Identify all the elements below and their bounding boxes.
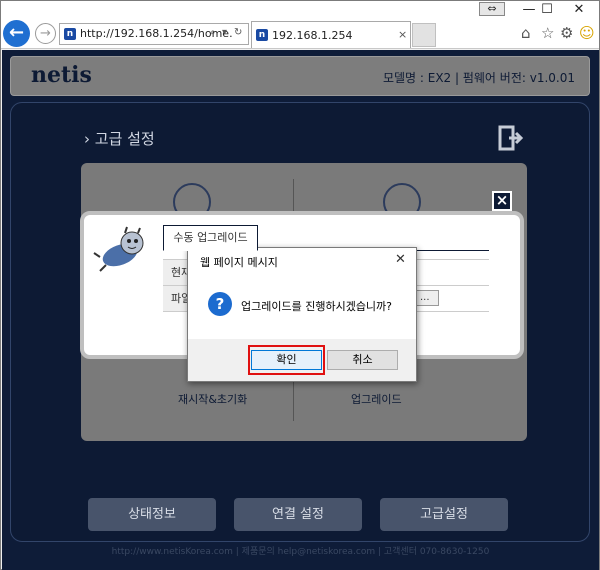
- message-box-footer: 확인 취소: [188, 339, 416, 381]
- close-dialog-icon[interactable]: ×: [492, 191, 512, 211]
- model-firmware-info: 모델명 : EX2 | 펌웨어 버전: v1.0.01: [382, 71, 575, 85]
- current-version-label: 현재: [163, 260, 187, 285]
- tab-title: 192.168.1.254: [272, 29, 353, 42]
- manual-upgrade-tab[interactable]: 수동 업그레이드: [163, 225, 258, 251]
- message-text: 업그레이드를 진행하시겠습니까?: [241, 300, 393, 313]
- resize-icon[interactable]: ⇔: [479, 2, 505, 16]
- address-bar[interactable]: n http://192.168.1.254/home. ⌕ ▾ ↻: [59, 23, 249, 45]
- netis-logo: netis: [31, 62, 92, 88]
- question-icon: ?: [208, 292, 232, 316]
- forward-button[interactable]: →: [35, 23, 56, 44]
- message-box-title: 웹 페이지 메시지: [200, 256, 278, 269]
- back-button[interactable]: ←: [3, 20, 30, 47]
- page-header: netis 모델명 : EX2 | 펌웨어 버전: v1.0.01: [10, 56, 590, 96]
- cancel-button[interactable]: 취소: [327, 350, 398, 370]
- restart-reset-label[interactable]: 재시작&초기화: [178, 391, 247, 407]
- new-tab-button[interactable]: [412, 23, 436, 47]
- file-label: 파일: [163, 286, 187, 311]
- smiley-feedback-icon[interactable]: ☺: [579, 24, 595, 42]
- nav-status-button[interactable]: 상태정보: [88, 498, 216, 531]
- dropdown-icon[interactable]: ▾: [222, 27, 227, 38]
- mascot-icon: [93, 226, 144, 272]
- home-icon[interactable]: ⌂: [521, 24, 531, 42]
- site-favicon-icon: n: [64, 28, 76, 40]
- browser-window: ⇔ — ☐ ✕ ← → n http://192.168.1.254/home.…: [0, 0, 600, 570]
- logout-icon[interactable]: [498, 125, 524, 151]
- back-arrow-icon: ←: [8, 22, 25, 43]
- ok-button[interactable]: 확인: [251, 350, 322, 370]
- settings-gear-icon[interactable]: ⚙: [560, 24, 573, 42]
- nav-connection-button[interactable]: 연결 설정: [234, 498, 362, 531]
- refresh-icon[interactable]: ↻: [234, 27, 242, 38]
- search-icon[interactable]: ⌕: [210, 27, 216, 38]
- page-footer: http://www.netisKorea.com | 제품문의 help@ne…: [111, 547, 490, 557]
- upgrade-label[interactable]: 업그레이드: [351, 391, 402, 407]
- navigation-bar: ← → n http://192.168.1.254/home. ⌕ ▾ ↻ n…: [1, 19, 599, 49]
- tab-close-icon[interactable]: ×: [398, 28, 407, 41]
- browser-tab[interactable]: n 192.168.1.254 ×: [251, 21, 411, 48]
- close-window-button[interactable]: ✕: [559, 2, 599, 18]
- browse-button[interactable]: ...: [415, 290, 439, 306]
- title-bar: ⇔ — ☐ ✕: [1, 1, 599, 19]
- tab-favicon-icon: n: [256, 29, 268, 41]
- forward-arrow-icon: →: [40, 26, 51, 41]
- message-box-close-icon[interactable]: ✕: [395, 252, 406, 267]
- confirm-message-box: 웹 페이지 메시지 ✕ ? 업그레이드를 진행하시겠습니까? 확인 취소: [187, 247, 417, 382]
- section-title: › 고급 설정: [84, 130, 155, 148]
- nav-advanced-button[interactable]: 고급설정: [380, 498, 508, 531]
- favorites-star-icon[interactable]: ☆: [541, 24, 554, 42]
- router-web-page: netis 모델명 : EX2 | 펌웨어 버전: v1.0.01 › 고급 설…: [2, 50, 599, 570]
